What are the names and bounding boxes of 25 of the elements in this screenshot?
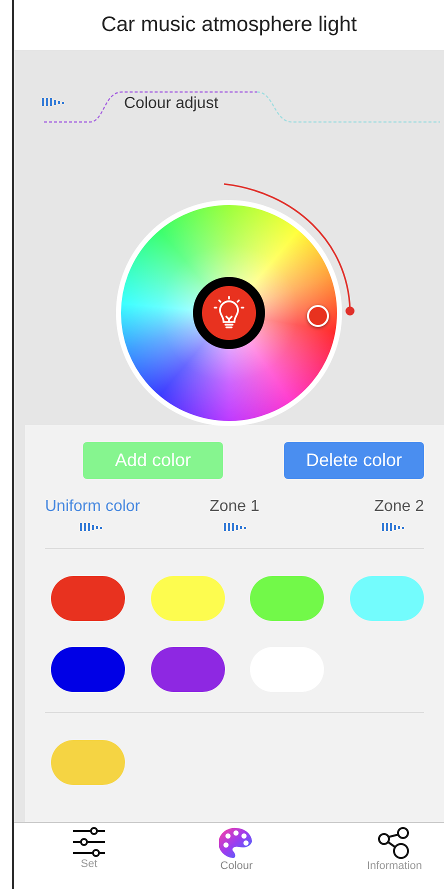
nav-tab[interactable]: Information (366, 827, 422, 889)
app-title: Car music atmosphere light (101, 13, 357, 37)
delete-color-button[interactable]: Delete color (284, 442, 424, 479)
nav-tab[interactable]: Colour (219, 827, 254, 889)
color-swatch[interactable] (150, 576, 225, 621)
color-swatch[interactable] (150, 647, 225, 692)
nav-tab[interactable]: Set (72, 827, 106, 889)
section-title: Colour adjust (124, 95, 218, 113)
color-swatch[interactable] (350, 576, 424, 621)
color-swatch[interactable] (51, 740, 125, 785)
sliders-icon (72, 827, 106, 857)
zone-tab[interactable]: Zone 2 (374, 498, 424, 516)
equalizer-icon (80, 523, 102, 531)
picker-handle[interactable] (307, 305, 329, 327)
equalizer-icon (224, 523, 246, 531)
palette-icon (219, 827, 254, 859)
light-bulb-icon (211, 295, 247, 331)
color-swatch[interactable] (250, 576, 324, 621)
zone-tab[interactable]: Zone 1 (210, 498, 260, 516)
color-swatch[interactable] (51, 576, 125, 621)
zone-tab[interactable]: Uniform color (45, 498, 140, 516)
share-icon (377, 827, 412, 859)
color-swatch[interactable] (51, 647, 125, 692)
equalizer-icon (382, 523, 404, 531)
equalizer-icon (42, 98, 64, 106)
